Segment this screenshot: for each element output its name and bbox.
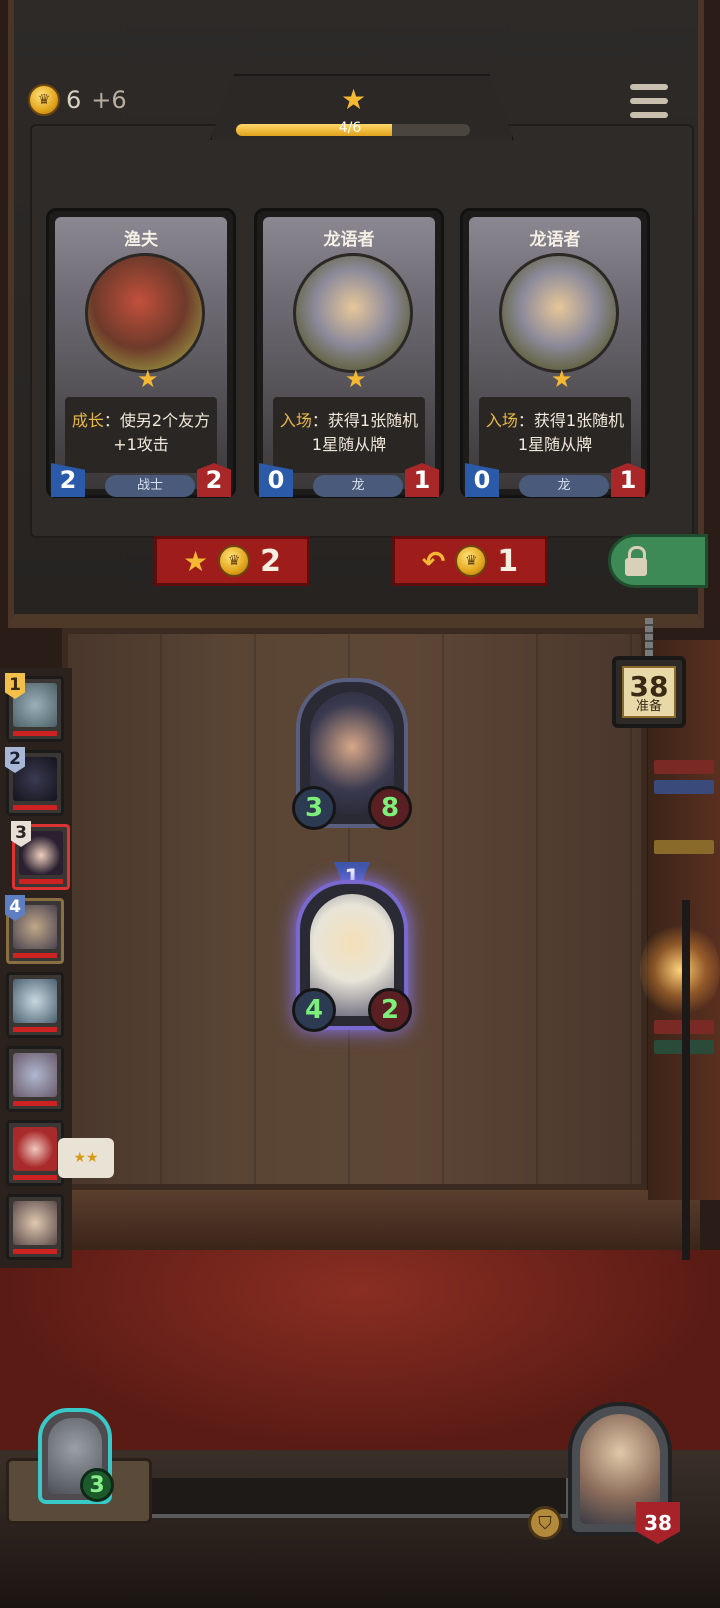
card-tribe: 龙 xyxy=(519,475,609,497)
menu-icon xyxy=(630,84,668,90)
gold-display: ♛ 6 +6 xyxy=(28,82,127,118)
card-text-line1: ：获得1张随机 xyxy=(311,411,419,430)
player-slot[interactable]: 1 xyxy=(5,673,64,742)
player-health-bar xyxy=(13,1175,57,1180)
card-text-line1: ：使另2个友方 xyxy=(103,411,211,430)
player-list: 1 2 3 4 xyxy=(0,668,72,1268)
lamp-post xyxy=(682,900,690,1260)
lamp-glow xyxy=(640,920,720,1020)
card-text-line2: +1攻击 xyxy=(113,435,169,454)
timer-chain xyxy=(645,618,653,658)
player-slot[interactable] xyxy=(6,1046,64,1112)
player-health-bar xyxy=(13,1101,57,1106)
player-health-bar xyxy=(13,1027,57,1032)
minion-attack: 3 xyxy=(292,786,336,830)
card-text: 入场：获得1张随机 1星随从牌 xyxy=(479,397,631,473)
refresh-cost: 1 xyxy=(497,543,519,579)
card-frame: 渔夫 ★ 成长：使另2个友方 +1攻击 战士 xyxy=(55,217,227,497)
dragonspeaker-portrait xyxy=(293,253,413,373)
card-tribe: 龙 xyxy=(313,475,403,497)
card-name: 龙语者 xyxy=(323,230,375,250)
player-health-bar xyxy=(13,953,57,958)
card-keyword: 成长 xyxy=(71,411,104,430)
minion-attack-value: 3 xyxy=(304,793,324,823)
refresh-shop-button[interactable]: ↶ ♛ 1 xyxy=(392,536,548,586)
dragonspeaker-portrait xyxy=(499,253,619,373)
player-health-bar xyxy=(13,731,57,736)
coin-icon: ♛ xyxy=(28,84,60,116)
gold-count: 6 xyxy=(66,86,82,114)
player-avatar xyxy=(13,1053,57,1097)
menu-icon-bar xyxy=(630,98,668,104)
player-health-bar xyxy=(13,1249,57,1254)
coin-icon: ♛ xyxy=(455,545,488,577)
card-health: 2 xyxy=(197,463,231,497)
lock-icon xyxy=(625,546,647,576)
round-timer: 38 准备 xyxy=(612,656,686,728)
player-slot[interactable] xyxy=(6,1194,64,1260)
card-name: 渔夫 xyxy=(124,230,158,250)
tier-star-icon: ★ xyxy=(341,83,367,116)
player-avatar xyxy=(13,1127,57,1171)
board-minion[interactable]: 4 2 xyxy=(292,880,412,1032)
shop-card-dragonspeaker[interactable]: 龙语者 ★ 入场：获得1张随机 1星随从牌 龙 0 1 xyxy=(460,208,650,498)
hero-power-button[interactable]: ⛉ xyxy=(528,1506,562,1540)
minion-attack: 4 xyxy=(292,988,336,1032)
upgrade-tier-button[interactable]: ★ ♛ 2 xyxy=(154,536,310,586)
board-minion[interactable]: 3 8 xyxy=(292,678,412,830)
card-health: 1 xyxy=(405,463,439,497)
player-health-bar xyxy=(13,805,57,810)
bottom-rail xyxy=(130,1478,570,1518)
card-health: 1 xyxy=(611,463,645,497)
card-frame: 龙语者 ★ 入场：获得1张随机 1星随从牌 龙 xyxy=(469,217,641,497)
minion-attack-value: 4 xyxy=(304,995,324,1025)
coin-icon: ♛ xyxy=(218,545,251,577)
minion-health: 2 xyxy=(368,988,412,1032)
card-text-line1: ：获得1张随机 xyxy=(517,411,625,430)
card-tribe: 战士 xyxy=(105,475,195,497)
minion-health-value: 8 xyxy=(380,793,400,823)
star-up-icon: ★ xyxy=(183,544,209,578)
player-avatar xyxy=(13,979,57,1023)
opponent-hero-level: 3 xyxy=(80,1468,114,1502)
lock-shop-button[interactable] xyxy=(608,534,708,588)
card-frame: 龙语者 ★ 入场：获得1张随机 1星随从牌 龙 xyxy=(263,217,435,497)
minion-health: 8 xyxy=(368,786,412,830)
player-star-tag: ★★ xyxy=(58,1138,114,1178)
upgrade-cost: 2 xyxy=(260,543,281,579)
menu-button[interactable] xyxy=(630,84,668,118)
minion-health-value: 2 xyxy=(380,995,400,1025)
menu-icon-bar xyxy=(630,112,668,118)
player-slot-self[interactable]: 3 xyxy=(11,821,70,890)
card-text-line2: 1星随从牌 xyxy=(517,435,593,454)
card-text: 成长：使另2个友方 +1攻击 xyxy=(65,397,217,473)
shop-card-fisherman[interactable]: 渔夫 ★ 成长：使另2个友方 +1攻击 战士 2 2 xyxy=(46,208,236,498)
gold-income: +6 xyxy=(91,86,127,114)
player-slot[interactable]: 2 xyxy=(5,747,64,816)
refresh-icon: ↶ xyxy=(421,544,446,578)
card-text-line2: 1星随从牌 xyxy=(311,435,387,454)
board-edge xyxy=(60,1190,700,1250)
card-name: 龙语者 xyxy=(529,230,581,250)
fisherman-portrait xyxy=(85,253,205,373)
card-star-icon: ★ xyxy=(551,365,573,393)
card-star-icon: ★ xyxy=(345,365,367,393)
card-text: 入场：获得1张随机 1星随从牌 xyxy=(273,397,425,473)
player-health-bar xyxy=(19,879,63,884)
shop-card-dragonspeaker[interactable]: 龙语者 ★ 入场：获得1张随机 1星随从牌 龙 0 1 xyxy=(254,208,444,498)
player-slot[interactable] xyxy=(6,1120,64,1186)
tier-progress-text: 4/6 xyxy=(338,120,362,136)
card-keyword: 入场 xyxy=(485,411,518,430)
timer-label: 准备 xyxy=(635,699,662,714)
player-avatar xyxy=(13,1201,57,1245)
player-slot[interactable]: 4 xyxy=(5,895,64,964)
card-star-icon: ★ xyxy=(137,365,159,393)
player-slot[interactable] xyxy=(6,972,64,1038)
card-keyword: 入场 xyxy=(279,411,312,430)
